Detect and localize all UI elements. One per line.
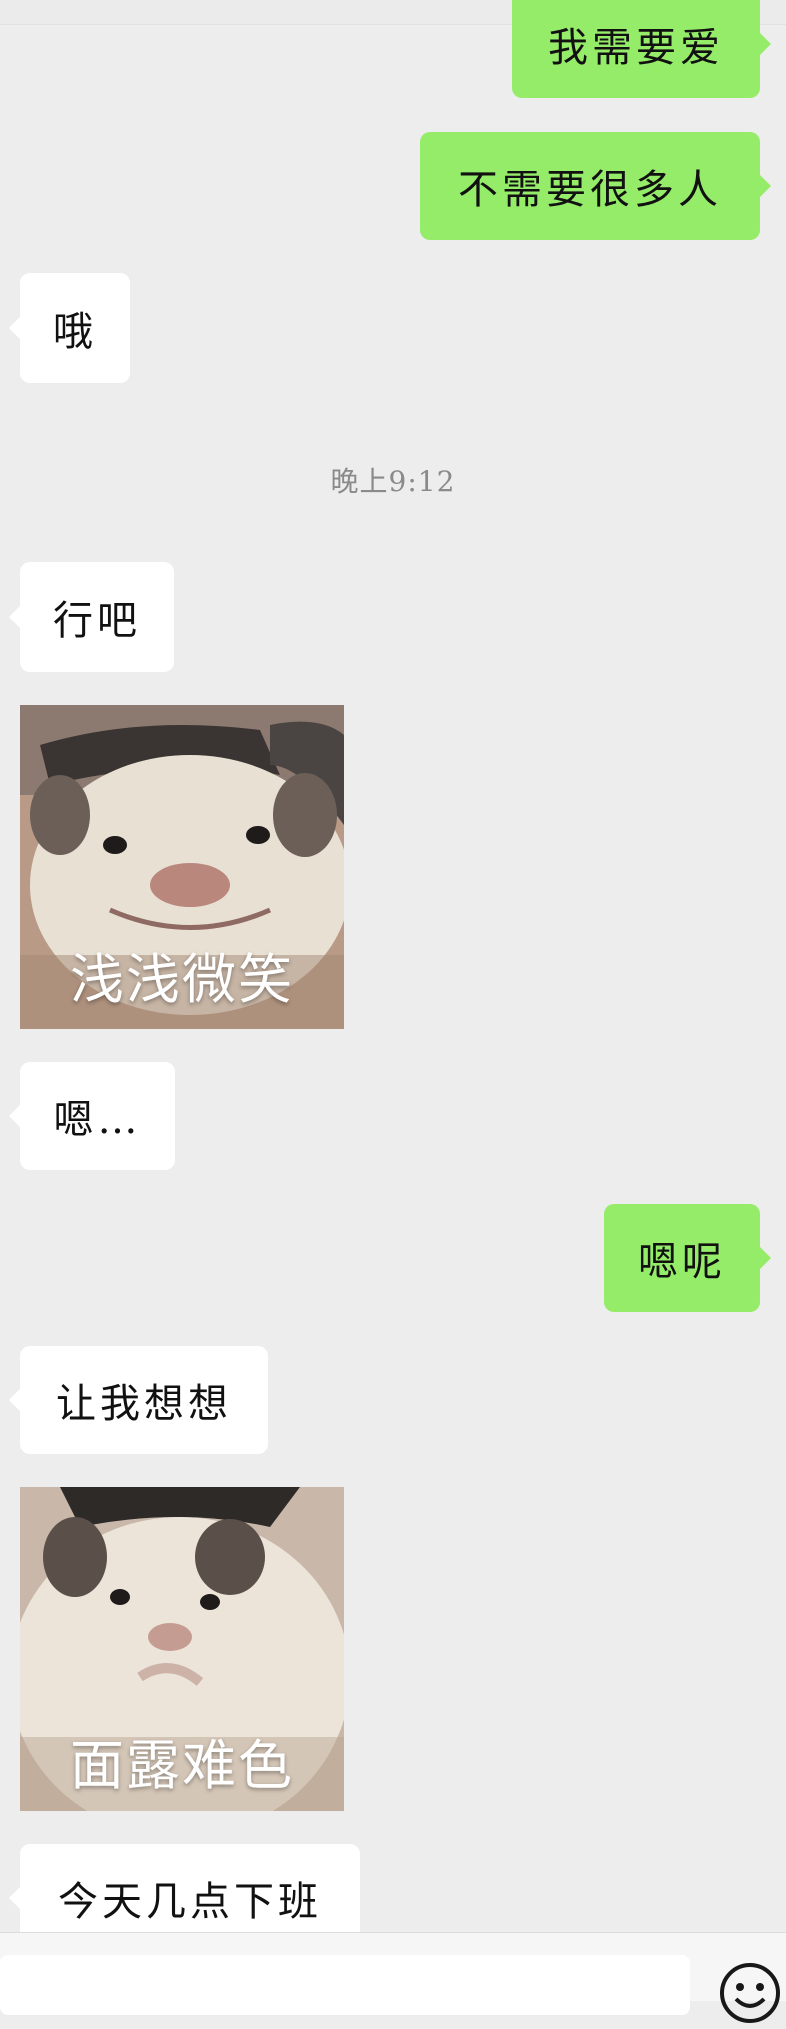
message-text: 嗯呢 (638, 1239, 726, 1285)
message-text: 行吧 (53, 598, 141, 644)
message-text: 嗯… (53, 1097, 142, 1143)
message-input[interactable] (0, 1955, 690, 2015)
message-bubble-outgoing[interactable]: 不需要很多人 (420, 132, 771, 240)
message-bubble-incoming[interactable]: 让我想想 (9, 1346, 268, 1454)
message-text: 我需要爱 (548, 25, 724, 71)
message-text: 今天几点下班 (58, 1879, 322, 1925)
message-bubble-outgoing[interactable]: 我需要爱 (512, 0, 771, 98)
sticker-hamster-awkward[interactable]: 面露难色 (20, 1487, 344, 1811)
message-timestamp: 晚上9:12 (330, 465, 456, 498)
sticker-caption: 面露难色 (70, 1734, 294, 1797)
message-text: 哦 (53, 309, 97, 355)
message-bubble-incoming[interactable]: 今天几点下班 (9, 1844, 360, 1932)
message-bubble-outgoing[interactable]: 嗯呢 (604, 1204, 771, 1312)
smiley-face-icon[interactable] (718, 1961, 782, 2025)
message-bubble-incoming[interactable]: 行吧 (9, 562, 174, 672)
input-bar (0, 1932, 786, 2023)
sticker-hamster-smile[interactable]: 浅浅微笑 (20, 705, 344, 1029)
message-bubble-incoming[interactable]: 嗯… (9, 1062, 175, 1170)
message-bubble-incoming[interactable]: 哦 (9, 273, 130, 383)
chat-area[interactable]: 我需要爱 不需要很多人 哦 晚上9:12 行吧 浅浅微笑 嗯… 嗯呢 让我想想 … (0, 0, 786, 1932)
message-text: 不需要很多人 (458, 167, 722, 213)
message-text: 让我想想 (56, 1381, 232, 1427)
sticker-caption: 浅浅微笑 (70, 948, 294, 1011)
